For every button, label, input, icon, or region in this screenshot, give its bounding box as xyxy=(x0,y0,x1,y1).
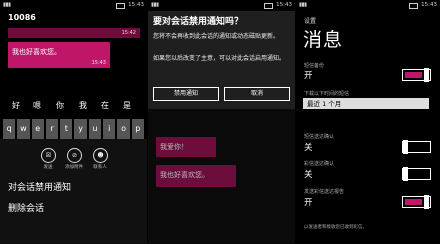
toggle-thumb xyxy=(424,195,429,209)
suggestion[interactable]: 我 xyxy=(79,100,87,111)
message-bubble[interactable]: 我也好喜欢您。 15:43 xyxy=(8,42,110,68)
key-w[interactable]: w xyxy=(17,119,30,139)
status-bar: ▮▮▮ 15:43 xyxy=(296,0,440,11)
toggle-thumb xyxy=(403,140,408,154)
dimmed-conversation: 我爱你！ 我也好喜欢您。 xyxy=(148,109,295,244)
menu-disable-notifications[interactable]: 对会话禁用通知 xyxy=(8,180,71,193)
message-text: 我爱你！ xyxy=(160,143,188,151)
message-bubble: 我爱你！ xyxy=(156,137,216,157)
footnote: 以发送者和接收您已收到彩信。 xyxy=(304,225,367,230)
mms-ack-label: 彩信送达确认 xyxy=(304,161,335,167)
backup-label: 短信备份 xyxy=(304,63,325,69)
key-u[interactable]: u xyxy=(88,119,102,139)
key-r[interactable]: r xyxy=(45,119,59,139)
message-time: 15:43 xyxy=(91,60,106,66)
toggle-thumb xyxy=(424,68,429,82)
page-title: 消息 xyxy=(303,29,344,51)
disable-notifications-button[interactable]: 禁用通知 xyxy=(153,87,219,101)
mms-ack-value: 关 xyxy=(304,170,313,180)
mms-ack-toggle[interactable] xyxy=(402,167,431,181)
keyboard-row: q w e r t y u i o p xyxy=(3,119,144,139)
conversation-panel: ▮▮▮ 15:43 10086 15:42 我也好喜欢您。 15:43 好 嗯 … xyxy=(0,0,147,244)
suggestion[interactable]: 嗯 xyxy=(33,100,41,111)
contact-name: 10086 xyxy=(8,13,36,22)
sms-ack-label: 短信送达确认 xyxy=(304,134,335,140)
message-text: 我也好喜欢您。 xyxy=(160,171,209,179)
key-e[interactable]: e xyxy=(31,119,44,139)
confirm-dialog: 要对会话禁用通知吗？ 您将不会再收到此会话的通知或动态磁贴更新。 如果您以后改变… xyxy=(148,11,295,109)
suggestion[interactable]: 在 xyxy=(101,100,109,111)
menu-delete-conversation[interactable]: 删除会话 xyxy=(8,201,44,214)
key-p[interactable]: p xyxy=(131,119,144,139)
key-o[interactable]: o xyxy=(117,119,130,139)
attach-label: 添加附件 xyxy=(65,165,83,170)
clock: 15:43 xyxy=(421,2,437,8)
download-label: 下载以下时间的短信 xyxy=(304,91,350,97)
toggle-fill xyxy=(405,199,422,205)
report-value: 开 xyxy=(304,198,313,208)
message-bubble: 我也好喜欢您。 xyxy=(156,165,236,187)
contact-label: 联系人 xyxy=(93,165,107,170)
backup-value: 开 xyxy=(304,71,313,81)
dialog-text: 如果您以后改变了主意，可以对此会话启用通知。 xyxy=(153,55,286,62)
send-label: 发送 xyxy=(43,165,53,170)
download-period-select[interactable]: 最近 1 个月 xyxy=(303,98,429,109)
battery-icon xyxy=(116,3,125,9)
settings-panel: ▮▮▮ 15:43 设置 消息 短信备份 开 下载以下时间的短信 最近 1 个月… xyxy=(296,0,440,244)
message-text: 我也好喜欢您。 xyxy=(12,48,61,56)
report-label: 发送彩信送达报告 xyxy=(304,189,345,195)
sms-ack-value: 关 xyxy=(304,143,313,153)
suggestion[interactable]: 你 xyxy=(56,100,64,111)
key-t[interactable]: t xyxy=(60,119,73,139)
contact-icon[interactable]: ☻ xyxy=(93,148,108,163)
status-bar: ▮▮▮ 15:43 xyxy=(148,0,295,11)
message-bubble[interactable]: 15:42 xyxy=(8,28,140,38)
signal-icon: ▮▮▮ xyxy=(3,2,11,8)
settings-header: 设置 xyxy=(304,18,317,25)
dialog-panel: ▮▮▮ 15:43 要对会话禁用通知吗？ 您将不会再收到此会话的通知或动态磁贴更… xyxy=(148,0,295,244)
key-y[interactable]: y xyxy=(74,119,87,139)
cancel-button[interactable]: 取消 xyxy=(224,87,290,101)
word-suggestions: 好 嗯 你 我 在 是 xyxy=(0,98,147,112)
dialog-text: 您将不会再收到此会话的通知或动态磁贴更新。 xyxy=(153,33,280,40)
key-i[interactable]: i xyxy=(103,119,116,139)
dialog-title: 要对会话禁用通知吗？ xyxy=(153,17,244,27)
signal-icon: ▮▮▮ xyxy=(151,2,159,8)
sms-ack-toggle[interactable] xyxy=(402,140,431,154)
message-time: 15:42 xyxy=(121,30,136,36)
suggestion[interactable]: 是 xyxy=(123,100,131,111)
toggle-thumb xyxy=(403,167,408,181)
battery-icon xyxy=(264,3,273,9)
backup-toggle[interactable] xyxy=(402,68,431,82)
key-q[interactable]: q xyxy=(3,119,16,139)
suggestion[interactable]: 好 xyxy=(12,100,20,111)
report-toggle[interactable] xyxy=(402,195,431,209)
attach-icon[interactable]: ⊘ xyxy=(67,148,82,163)
status-bar: ▮▮▮ 15:43 xyxy=(0,0,147,11)
toggle-fill xyxy=(405,72,422,78)
battery-icon xyxy=(409,3,418,9)
clock: 15:43 xyxy=(128,2,144,8)
send-icon[interactable]: ☒ xyxy=(41,148,56,163)
signal-icon: ▮▮▮ xyxy=(299,2,307,8)
clock: 15:43 xyxy=(276,2,292,8)
